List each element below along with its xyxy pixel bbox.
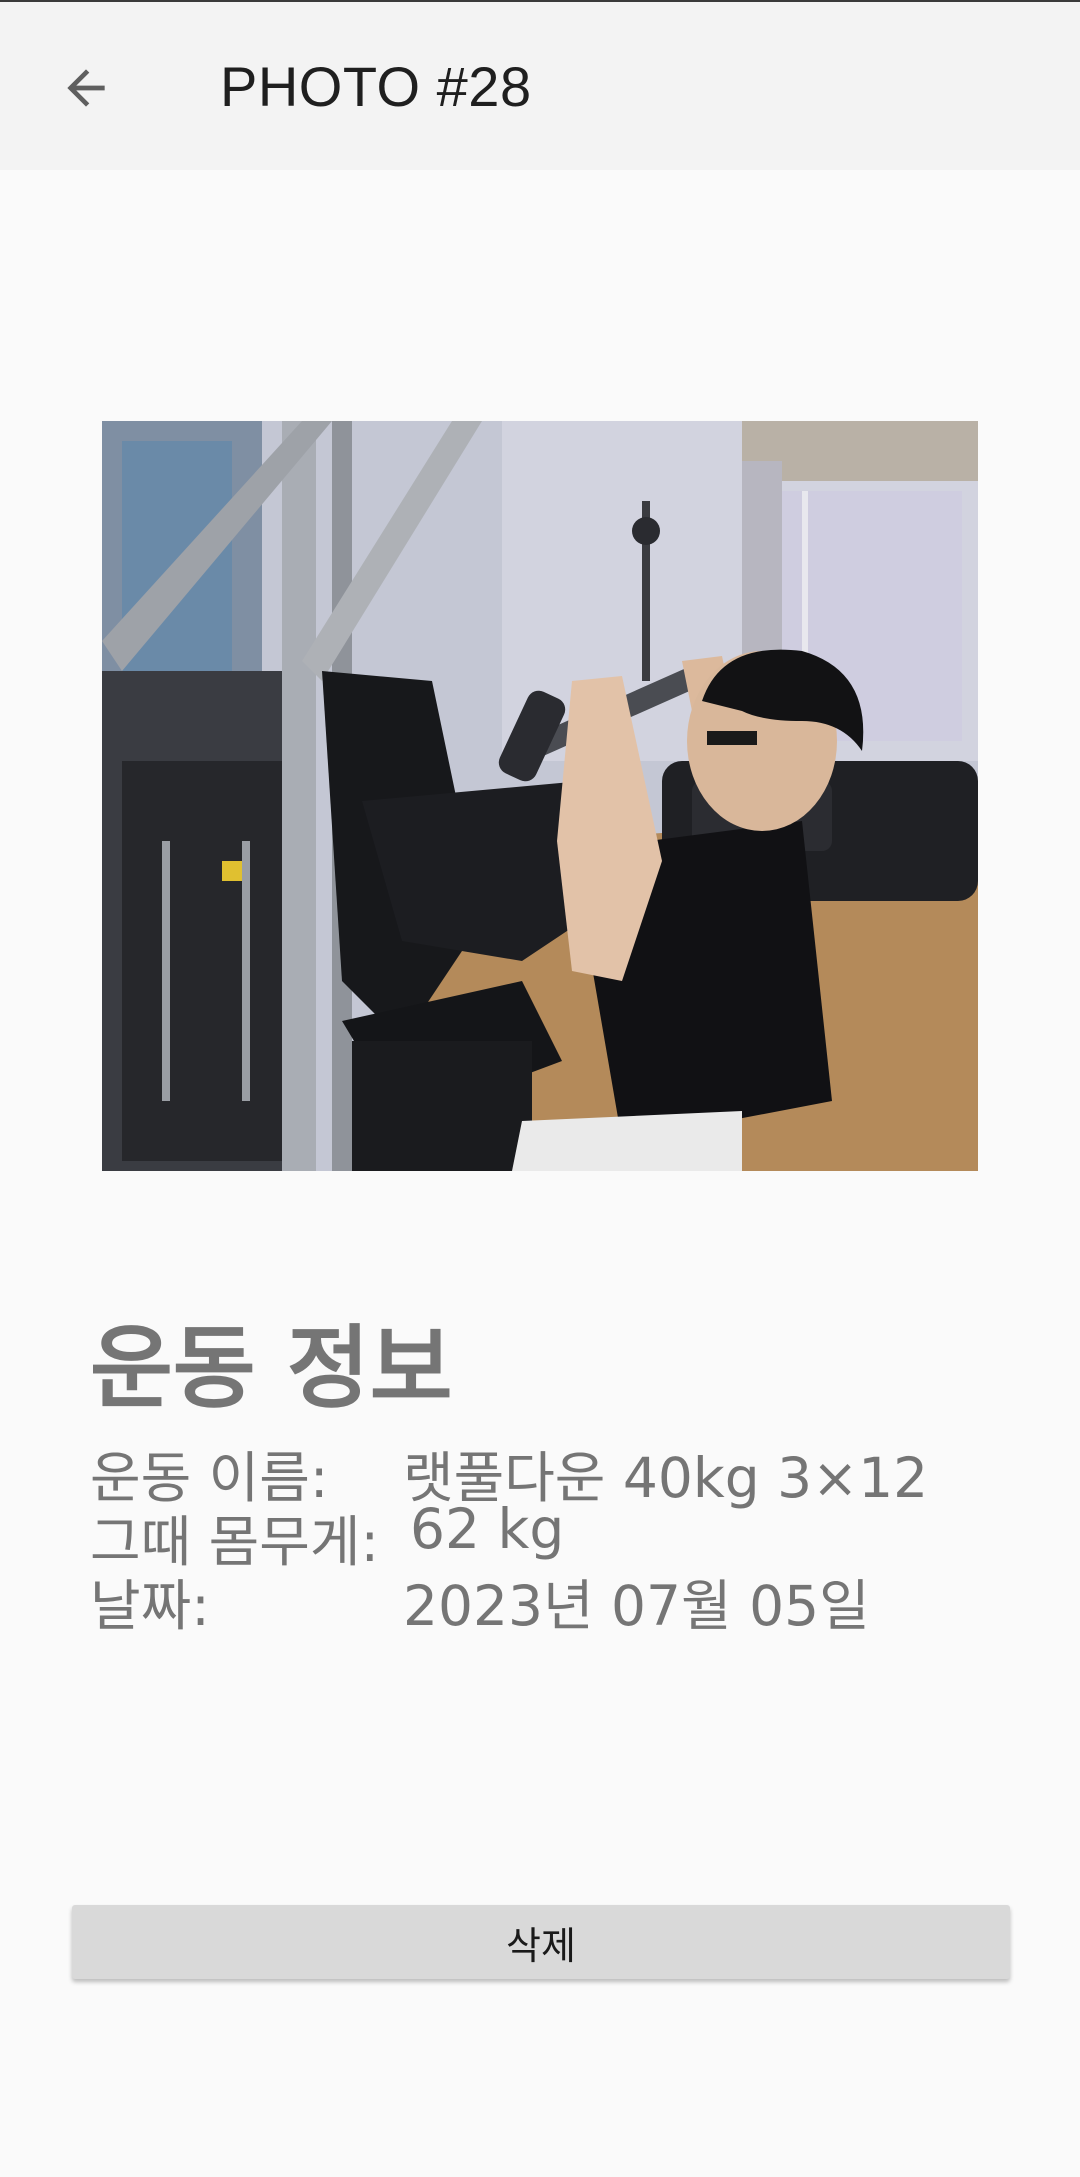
page-title: PHOTO #28: [220, 55, 532, 118]
arrow-left-icon: [67, 69, 105, 107]
date-value: 2023년 07월 05일: [403, 1574, 870, 1638]
date-label: 날짜:: [90, 1574, 210, 1638]
delete-button[interactable]: 삭제: [72, 1905, 1010, 1979]
back-button[interactable]: [46, 48, 126, 128]
weight-value: 62 kg: [410, 1497, 565, 1561]
workout-photo: [102, 421, 978, 1171]
section-title: 운동 정보: [90, 1316, 453, 1421]
app-bar: PHOTO #28: [0, 0, 1080, 170]
